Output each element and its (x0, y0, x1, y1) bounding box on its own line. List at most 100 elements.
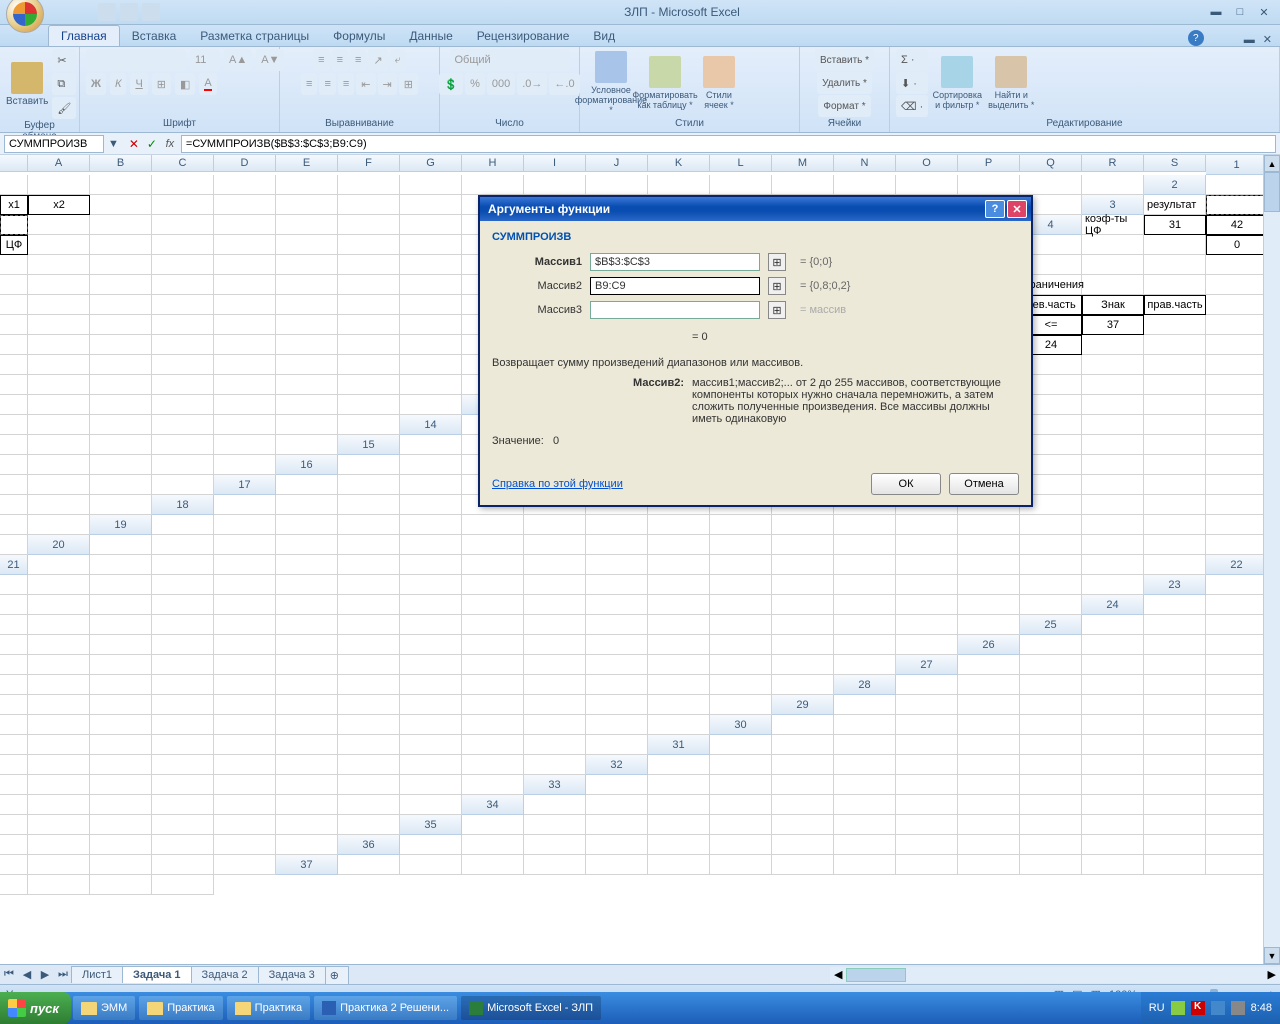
cell[interactable] (152, 475, 214, 495)
cell[interactable] (276, 535, 338, 555)
select-all-corner[interactable] (0, 155, 28, 172)
cell[interactable] (958, 755, 1020, 775)
cell[interactable] (1082, 835, 1144, 855)
taskbar-item[interactable]: Практика (227, 996, 310, 1020)
cell[interactable] (648, 615, 710, 635)
cell[interactable] (586, 595, 648, 615)
sheet-tab-3[interactable]: Задача 3 (258, 966, 326, 983)
cell[interactable] (90, 195, 152, 215)
cell[interactable] (28, 255, 90, 275)
cell[interactable] (152, 635, 214, 655)
cell[interactable] (90, 695, 152, 715)
cell[interactable] (896, 595, 958, 615)
cell[interactable] (214, 775, 276, 795)
cell[interactable] (834, 735, 896, 755)
cell[interactable] (1206, 835, 1268, 855)
cell[interactable] (0, 175, 28, 195)
row-header[interactable]: 22 (1206, 555, 1268, 575)
cell[interactable] (1144, 855, 1206, 875)
cell[interactable] (1082, 695, 1144, 715)
cell[interactable] (152, 435, 214, 455)
cell[interactable] (958, 535, 1020, 555)
cell[interactable] (400, 475, 462, 495)
cell[interactable] (1206, 635, 1268, 655)
cell[interactable] (462, 575, 524, 595)
cell[interactable] (276, 575, 338, 595)
cell[interactable] (338, 755, 400, 775)
cell[interactable] (214, 835, 276, 855)
prev-sheet-icon[interactable]: ◀ (18, 966, 36, 984)
cell[interactable] (400, 175, 462, 195)
find-select[interactable]: Найти и выделить * (986, 51, 1036, 115)
cell[interactable] (276, 595, 338, 615)
horizontal-scrollbar[interactable]: ◀ ▶ (830, 967, 1280, 983)
cell[interactable] (1082, 815, 1144, 835)
cell[interactable] (400, 335, 462, 355)
cell[interactable] (896, 795, 958, 815)
cell[interactable] (524, 615, 586, 635)
cell[interactable] (462, 555, 524, 575)
cell[interactable] (400, 535, 462, 555)
cell[interactable] (524, 835, 586, 855)
cell[interactable] (834, 635, 896, 655)
cell[interactable] (834, 835, 896, 855)
cell[interactable] (90, 655, 152, 675)
cell[interactable] (1206, 695, 1268, 715)
copy-icon[interactable]: ⧉ (52, 73, 76, 95)
cell[interactable] (214, 855, 276, 875)
cell[interactable] (710, 635, 772, 655)
arg-input-3[interactable] (590, 301, 760, 319)
cell[interactable] (1206, 535, 1268, 555)
cell[interactable] (28, 715, 90, 735)
cell[interactable] (400, 695, 462, 715)
cell[interactable] (958, 555, 1020, 575)
cell[interactable] (338, 675, 400, 695)
cell[interactable] (524, 655, 586, 675)
cell[interactable] (0, 695, 28, 715)
cell[interactable]: 37 (1082, 315, 1144, 335)
cell[interactable] (772, 635, 834, 655)
cell[interactable] (958, 515, 1020, 535)
cell[interactable] (834, 575, 896, 595)
cell[interactable] (1020, 515, 1082, 535)
cell[interactable] (28, 595, 90, 615)
cell[interactable] (90, 215, 152, 235)
cell[interactable] (896, 535, 958, 555)
cell[interactable] (772, 535, 834, 555)
cell[interactable] (1020, 815, 1082, 835)
cell[interactable] (834, 695, 896, 715)
cell[interactable] (1082, 335, 1144, 355)
cell[interactable] (90, 415, 152, 435)
tab-layout[interactable]: Разметка страницы (188, 26, 321, 46)
arg-input-2[interactable]: B9:C9 (590, 277, 760, 295)
cell[interactable] (1144, 455, 1206, 475)
help-icon[interactable]: ? (1188, 30, 1204, 46)
maximize-icon[interactable]: □ (1228, 3, 1252, 21)
row-header[interactable]: 26 (958, 635, 1020, 655)
cell[interactable] (214, 755, 276, 775)
cell[interactable] (772, 675, 834, 695)
cell[interactable] (28, 275, 90, 295)
cell[interactable] (648, 795, 710, 815)
cell[interactable] (524, 735, 586, 755)
cell[interactable] (28, 695, 90, 715)
cell[interactable] (400, 635, 462, 655)
column-header[interactable]: A (28, 155, 90, 172)
cell[interactable] (28, 175, 90, 195)
cell[interactable] (710, 595, 772, 615)
cell[interactable] (214, 395, 276, 415)
cell[interactable] (462, 595, 524, 615)
cell[interactable] (276, 695, 338, 715)
cell[interactable] (0, 835, 28, 855)
cell[interactable] (214, 495, 276, 515)
cell[interactable] (834, 515, 896, 535)
cell[interactable] (338, 275, 400, 295)
cell[interactable] (896, 855, 958, 875)
cell[interactable] (1082, 455, 1144, 475)
cell[interactable] (834, 555, 896, 575)
cell[interactable] (1020, 635, 1082, 655)
cell[interactable] (834, 815, 896, 835)
cell[interactable] (276, 415, 338, 435)
cell[interactable] (214, 255, 276, 275)
cell[interactable] (90, 175, 152, 195)
